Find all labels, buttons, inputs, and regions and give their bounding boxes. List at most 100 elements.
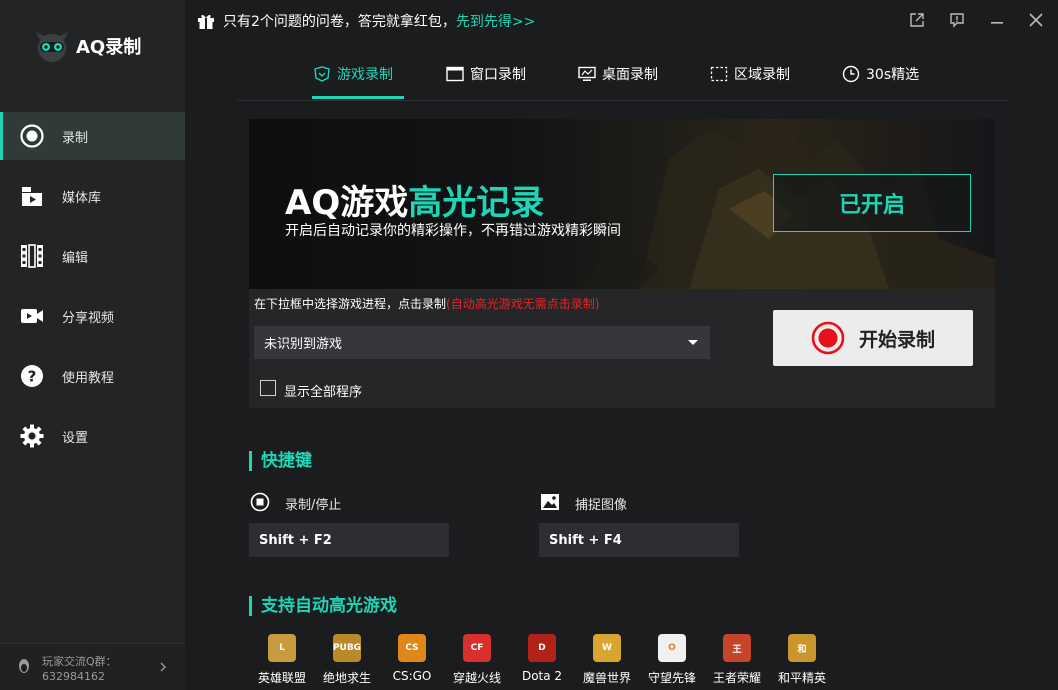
tab-game-recording[interactable]: 游戏录制 bbox=[313, 58, 393, 90]
title-bar: 只有2个问题的问卷，答完就拿红包， 先到先得>> bbox=[185, 0, 1058, 40]
game-process-select[interactable]: 未识别到游戏 bbox=[254, 326, 710, 359]
tab-30s-highlights[interactable]: 30s精选 bbox=[842, 58, 919, 90]
svg-text:?: ? bbox=[28, 368, 37, 386]
sidebar-item-share-video[interactable]: 分享视频 bbox=[0, 292, 185, 340]
aq-logo-icon bbox=[36, 32, 68, 62]
media-library-icon bbox=[22, 187, 42, 206]
supported-games-title: 支持自动高光游戏 bbox=[249, 596, 397, 616]
select-hint: 在下拉框中选择游戏进程，点击录制(自动高光游戏无需点击录制) bbox=[254, 297, 600, 311]
game-logo-icon: O bbox=[658, 634, 686, 662]
tab-window-recording[interactable]: 窗口录制 bbox=[446, 58, 526, 90]
record-icon bbox=[20, 124, 44, 148]
penguin-icon bbox=[19, 659, 29, 673]
record-shortcut-key[interactable]: Shift + F2 bbox=[249, 523, 449, 557]
game-logo-icon: CS bbox=[398, 634, 426, 662]
qq-group-number: 632984162 bbox=[42, 670, 105, 683]
window-icon bbox=[446, 66, 464, 82]
film-edit-icon bbox=[21, 244, 43, 268]
tab-label: 30s精选 bbox=[866, 67, 920, 83]
shortcuts-title: 快捷键 bbox=[249, 451, 312, 471]
game-label: 守望先锋 bbox=[647, 671, 696, 685]
game-logo-icon: 王 bbox=[723, 634, 751, 662]
image-capture-icon bbox=[541, 494, 559, 510]
game-label: CS:GO bbox=[392, 669, 432, 683]
game-item[interactable]: W 魔兽世界 bbox=[577, 634, 637, 686]
game-logo-icon: L bbox=[268, 634, 296, 662]
gear-icon bbox=[20, 424, 44, 448]
record-shortcut-label: 录制/停止 bbox=[285, 498, 342, 513]
game-logo-icon: CF bbox=[463, 634, 491, 662]
game-label: 王者荣耀 bbox=[712, 671, 761, 685]
game-item[interactable]: 和和平精英 bbox=[772, 634, 832, 686]
notice-link[interactable]: 先到先得>> bbox=[456, 11, 535, 31]
banner-subtitle: 开启后自动记录你的精彩操作，不再错过游戏精彩瞬间 bbox=[285, 223, 621, 239]
record-stop-icon bbox=[250, 492, 270, 512]
start-recording-button[interactable]: 开始录制 bbox=[773, 310, 973, 366]
show-all-programs-checkbox[interactable] bbox=[260, 380, 276, 396]
sidebar-item-media-library[interactable]: 媒体库 bbox=[0, 172, 185, 220]
minimize-icon[interactable] bbox=[989, 12, 1005, 28]
sidebar-item-label: 设置 bbox=[62, 430, 89, 446]
feedback-icon[interactable] bbox=[949, 12, 965, 28]
game-label: 魔兽世界 bbox=[582, 671, 631, 685]
auto-highlight-note: (自动高光游戏无需点击录制) bbox=[446, 297, 600, 311]
game-label: 和平精英 bbox=[777, 671, 826, 685]
close-icon[interactable] bbox=[1028, 12, 1044, 28]
sidebar: AQ录制 录制 媒体库 编辑 分享视频 ? 使用教程 设置 玩家交流Q群： 63… bbox=[0, 0, 185, 690]
sidebar-item-tutorial[interactable]: ? 使用教程 bbox=[0, 352, 185, 400]
game-logo-icon: 和 bbox=[788, 634, 816, 662]
game-item[interactable]: L 英雄联盟 bbox=[252, 634, 312, 686]
desktop-icon bbox=[578, 66, 596, 81]
region-icon bbox=[710, 66, 728, 82]
highlight-enabled-button[interactable]: 已开启 bbox=[773, 174, 971, 232]
sidebar-item-label: 分享视频 bbox=[62, 310, 115, 326]
sidebar-item-settings[interactable]: 设置 bbox=[0, 412, 185, 460]
help-icon: ? bbox=[21, 365, 43, 387]
game-item[interactable]: D Dota 2 bbox=[512, 634, 572, 683]
tab-region-recording[interactable]: 区域录制 bbox=[710, 58, 790, 90]
sidebar-item-label: 录制 bbox=[62, 130, 89, 146]
recording-mode-tabs: 游戏录制 窗口录制 桌面录制 区域录制 30s精选 bbox=[237, 48, 1008, 101]
game-label: 穿越火线 bbox=[452, 671, 501, 685]
game-item[interactable]: 王王者荣耀 bbox=[707, 634, 767, 686]
game-logo-icon: PUBG bbox=[333, 634, 361, 662]
game-item[interactable]: O 守望先锋 bbox=[642, 634, 702, 686]
tab-label: 窗口录制 bbox=[470, 67, 526, 83]
start-recording-label: 开始录制 bbox=[858, 328, 935, 351]
tab-label: 游戏录制 bbox=[337, 67, 393, 83]
game-item[interactable]: CF 穿越火线 bbox=[447, 634, 507, 686]
record-dot-icon bbox=[811, 321, 845, 355]
game-shield-icon bbox=[314, 66, 330, 82]
tab-desktop-recording[interactable]: 桌面录制 bbox=[578, 58, 658, 90]
notice-text: 只有2个问题的问卷，答完就拿红包， bbox=[223, 14, 456, 30]
active-tab-indicator bbox=[312, 96, 404, 99]
qq-group-footer[interactable]: 玩家交流Q群： 632984162 bbox=[0, 643, 185, 690]
highlight-banner: AQ游戏高光记录 开启后自动记录你的精彩操作，不再错过游戏精彩瞬间 已开启 bbox=[249, 119, 995, 289]
qq-group-label: 玩家交流Q群： bbox=[42, 655, 117, 668]
game-label: 绝地求生 bbox=[322, 671, 371, 685]
sidebar-item-label: 媒体库 bbox=[62, 190, 102, 206]
checkbox-label: 显示全部程序 bbox=[284, 385, 363, 400]
game-item[interactable]: CS CS:GO bbox=[382, 634, 442, 683]
sidebar-item-edit[interactable]: 编辑 bbox=[0, 232, 185, 280]
game-item[interactable]: PUBG 绝地求生 bbox=[317, 634, 377, 686]
tab-label: 区域录制 bbox=[734, 67, 790, 83]
survey-notice[interactable]: 只有2个问题的问卷，答完就拿红包， 先到先得>> bbox=[197, 11, 535, 31]
game-label: Dota 2 bbox=[521, 669, 563, 683]
game-logo-icon: W bbox=[593, 634, 621, 662]
chevron-down-icon bbox=[688, 340, 698, 345]
game-logo-icon: D bbox=[528, 634, 556, 662]
clock-icon bbox=[842, 65, 860, 83]
gift-icon bbox=[198, 14, 214, 29]
share-external-icon[interactable] bbox=[909, 12, 925, 28]
sidebar-item-record[interactable]: 录制 bbox=[0, 112, 185, 160]
tab-label: 桌面录制 bbox=[602, 67, 658, 83]
game-select-panel: 在下拉框中选择游戏进程，点击录制(自动高光游戏无需点击录制) 未识别到游戏 显示… bbox=[249, 289, 995, 408]
chevron-right-icon bbox=[160, 662, 166, 672]
sidebar-item-label: 编辑 bbox=[62, 250, 89, 266]
app-logo: AQ录制 bbox=[34, 28, 141, 64]
app-name: AQ录制 bbox=[76, 37, 142, 58]
banner-title: AQ游戏高光记录 bbox=[285, 183, 545, 223]
video-share-icon bbox=[21, 309, 43, 323]
capture-shortcut-key[interactable]: Shift + F4 bbox=[539, 523, 739, 557]
